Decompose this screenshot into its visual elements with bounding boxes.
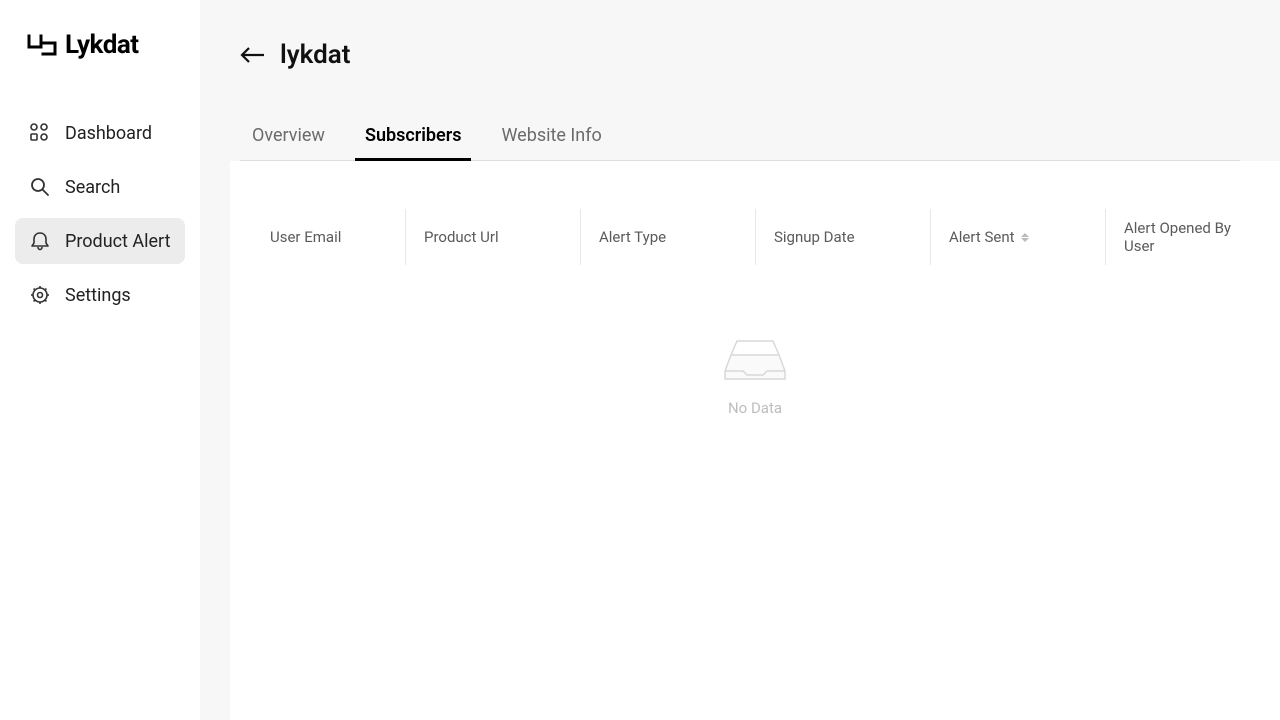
column-alert-type[interactable]: Alert Type [580, 209, 755, 265]
logo-text: Lykdat [65, 30, 139, 60]
page-title: lykdat [280, 40, 350, 70]
empty-text: No Data [728, 399, 782, 417]
column-label: Alert Sent [949, 228, 1015, 246]
gear-icon [29, 284, 51, 306]
sidebar-item-search[interactable]: Search [15, 164, 185, 210]
sidebar-item-label: Dashboard [65, 123, 152, 144]
header-row: lykdat [240, 40, 1240, 70]
tab-subscribers[interactable]: Subscribers [361, 125, 466, 160]
sort-icon [1021, 233, 1029, 242]
sidebar-item-label: Settings [65, 285, 131, 306]
arrow-left-icon [240, 45, 266, 65]
tabs: Overview Subscribers Website Info [240, 125, 1240, 161]
column-label: Alert Type [599, 228, 666, 246]
back-button[interactable] [240, 45, 266, 65]
logo[interactable]: Lykdat [15, 30, 185, 60]
inbox-icon [723, 335, 787, 387]
column-alert-sent[interactable]: Alert Sent [930, 209, 1105, 265]
main-content: lykdat Overview Subscribers Website Info… [200, 0, 1280, 720]
tab-website-info[interactable]: Website Info [497, 125, 605, 160]
header: lykdat Overview Subscribers Website Info [200, 0, 1280, 161]
column-user-email[interactable]: User Email [230, 209, 405, 265]
bell-icon [29, 230, 51, 252]
column-alert-opened[interactable]: Alert Opened By User [1105, 209, 1280, 265]
sidebar-item-label: Product Alert [65, 231, 171, 252]
empty-state: No Data [230, 285, 1280, 417]
column-label: User Email [270, 228, 341, 246]
content-panel: User Email Product Url Alert Type Signup… [230, 161, 1280, 720]
logo-icon [27, 34, 57, 56]
sidebar-item-settings[interactable]: Settings [15, 272, 185, 318]
column-product-url[interactable]: Product Url [405, 209, 580, 265]
sidebar-item-dashboard[interactable]: Dashboard [15, 110, 185, 156]
sidebar: Lykdat Dashboard Search [0, 0, 200, 720]
column-label: Product Url [424, 228, 499, 246]
sidebar-item-product-alert[interactable]: Product Alert [15, 218, 185, 264]
column-signup-date[interactable]: Signup Date [755, 209, 930, 265]
column-label: Signup Date [774, 228, 855, 246]
table-header: User Email Product Url Alert Type Signup… [230, 161, 1280, 285]
column-label: Alert Opened By User [1124, 219, 1262, 255]
sidebar-item-label: Search [65, 177, 120, 198]
grid-icon [29, 122, 51, 144]
search-icon [29, 176, 51, 198]
tab-overview[interactable]: Overview [248, 125, 329, 160]
